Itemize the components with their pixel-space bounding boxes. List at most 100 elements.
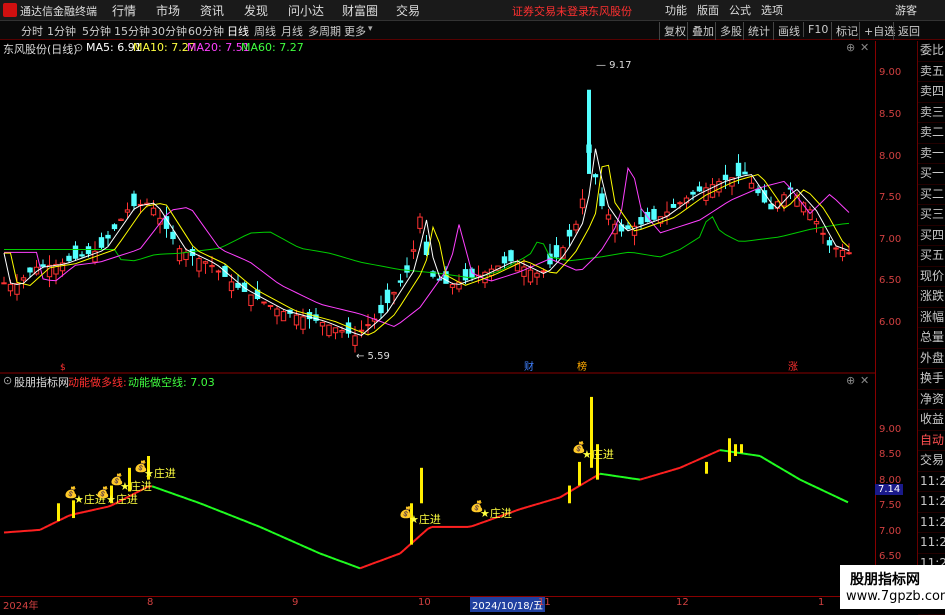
menu-ask[interactable]: 问小达 xyxy=(288,2,324,19)
candle-body xyxy=(73,246,77,258)
momentum-line xyxy=(528,506,532,507)
price-tick: 7.50 xyxy=(879,192,901,203)
momentum-line xyxy=(612,476,616,477)
kline-chart[interactable]: — 9.17← 5.59$财榜涨💰★庄进💰★庄进💰★庄进💰★庄进💰★庄进💰★庄进… xyxy=(0,41,875,596)
login-warning[interactable]: 证券交易未登录 xyxy=(512,3,589,19)
f10-button[interactable]: F10 xyxy=(803,22,832,37)
quote-panel-item[interactable]: 外盘 xyxy=(918,349,945,370)
momentum-line xyxy=(784,470,788,472)
overlay-button[interactable]: 叠加 xyxy=(687,22,718,40)
signal-tag: ★庄进 xyxy=(144,466,176,480)
price-tick: 8.00 xyxy=(879,151,901,162)
menu-options[interactable]: 选项 xyxy=(761,2,783,18)
momentum-line xyxy=(532,504,536,505)
tab-5min[interactable]: 5分钟 xyxy=(82,23,111,39)
restore-button[interactable]: 复权 xyxy=(659,22,690,40)
tab-timeshare[interactable]: 分时 xyxy=(21,23,43,39)
menu-market[interactable]: 市场 xyxy=(156,2,180,19)
candle-body xyxy=(723,175,727,179)
momentum-line xyxy=(632,478,636,479)
momentum-line xyxy=(772,463,776,465)
momentum-line xyxy=(264,529,268,531)
momentum-line xyxy=(816,487,820,489)
momentum-line xyxy=(312,550,316,552)
quote-panel-item[interactable]: 委比 xyxy=(918,41,945,62)
menu-layout[interactable]: 版面 xyxy=(697,2,719,18)
quote-panel-item[interactable]: 买一 xyxy=(918,164,945,185)
momentum-line xyxy=(40,528,44,530)
candle-body xyxy=(99,238,103,248)
momentum-line xyxy=(792,475,796,477)
tab-daily[interactable]: 日线 xyxy=(227,23,249,39)
quote-panel-item[interactable]: 收益 xyxy=(918,410,945,431)
tab-30min[interactable]: 30分钟 xyxy=(151,23,187,39)
quote-panel-item[interactable]: 卖二 xyxy=(918,123,945,144)
tab-monthly[interactable]: 月线 xyxy=(281,23,303,39)
close-icon[interactable]: ✕ xyxy=(860,374,869,387)
quote-panel-item[interactable]: 总量 xyxy=(918,328,945,349)
quote-panel-item[interactable]: 卖五 xyxy=(918,62,945,83)
quote-panel-item[interactable]: 涨跌 xyxy=(918,287,945,308)
momentum-line xyxy=(652,475,656,476)
quote-panel-item[interactable]: 换手 xyxy=(918,369,945,390)
multi-stock-button[interactable]: 多股 xyxy=(715,22,746,40)
quote-panel-item[interactable]: 自动 xyxy=(918,431,945,452)
quote-panel-item[interactable]: 净资 xyxy=(918,390,945,411)
momentum-line xyxy=(268,530,272,532)
quote-panel-item[interactable]: 卖三 xyxy=(918,103,945,124)
momentum-line xyxy=(672,469,676,470)
tab-weekly[interactable]: 周线 xyxy=(254,23,276,39)
momentum-line xyxy=(316,552,320,554)
price-tick: 8.50 xyxy=(879,109,901,120)
quote-panel-item[interactable]: 11:20 xyxy=(918,513,945,534)
menu-formula[interactable]: 公式 xyxy=(729,2,751,18)
signal-bar xyxy=(57,503,60,521)
stats-button[interactable]: 统计 xyxy=(743,22,774,40)
quote-panel-item[interactable]: 卖一 xyxy=(918,144,945,165)
stock-name: 东风股份 xyxy=(588,3,632,19)
momentum-line xyxy=(256,525,260,527)
menu-function[interactable]: 功能 xyxy=(665,2,687,18)
tab-1min[interactable]: 1分钟 xyxy=(47,23,76,39)
momentum-line xyxy=(472,525,476,526)
tab-15min[interactable]: 15分钟 xyxy=(114,23,150,39)
menu-trade[interactable]: 交易 xyxy=(396,2,420,19)
menu-quotes[interactable]: 行情 xyxy=(112,2,136,19)
candle-body xyxy=(840,250,844,256)
quote-panel-item[interactable]: 买五 xyxy=(918,246,945,267)
quote-panel-item[interactable]: 现价 xyxy=(918,267,945,288)
candle-body xyxy=(41,265,45,267)
menu-news[interactable]: 资讯 xyxy=(200,2,224,19)
quote-panel-item[interactable]: 11:20 xyxy=(918,533,945,554)
quote-panel-item[interactable]: 买四 xyxy=(918,226,945,247)
mark-button[interactable]: 标记 xyxy=(831,22,862,40)
tab-60min[interactable]: 60分钟 xyxy=(188,23,224,39)
quote-panel[interactable]: 委比卖五卖四卖三卖二卖一买一买二买三买四买五现价涨跌涨幅总量外盘换手净资收益自动… xyxy=(917,41,945,609)
tab-more[interactable]: 更多 xyxy=(344,23,366,39)
tab-multi-period[interactable]: 多周期 xyxy=(308,23,341,39)
menu-wealth[interactable]: 财富圈 xyxy=(342,2,378,19)
settings-icon[interactable]: ⊙ xyxy=(3,374,12,387)
quote-panel-item[interactable]: 涨幅 xyxy=(918,308,945,329)
quote-panel-item[interactable]: 买二 xyxy=(918,185,945,206)
quote-panel-item[interactable]: 11:20 xyxy=(918,492,945,513)
momentum-line xyxy=(396,554,400,555)
event-marker: $ xyxy=(60,363,66,373)
quote-panel-item[interactable]: 买三 xyxy=(918,205,945,226)
momentum-line xyxy=(560,495,564,497)
expand-icon[interactable]: ⊕ xyxy=(846,374,855,387)
guest-label[interactable]: 游客 xyxy=(895,2,917,18)
draw-line-button[interactable]: 画线 xyxy=(773,22,804,40)
quote-panel-item[interactable]: 交易 xyxy=(918,451,945,472)
candle-body xyxy=(392,292,396,294)
menu-discover[interactable]: 发现 xyxy=(244,2,268,19)
signal-tag: ★庄进 xyxy=(480,506,512,520)
candle-body xyxy=(834,248,838,249)
indicator-title: 股朋指标网 xyxy=(14,374,69,390)
chevron-down-icon[interactable]: ▾ xyxy=(368,24,373,34)
quote-panel-item[interactable]: 卖四 xyxy=(918,82,945,103)
back-button[interactable]: 返回 xyxy=(893,22,924,40)
quote-panel-item[interactable]: 11:20 xyxy=(918,472,945,493)
momentum-line xyxy=(468,526,472,527)
candle-body xyxy=(132,194,136,205)
